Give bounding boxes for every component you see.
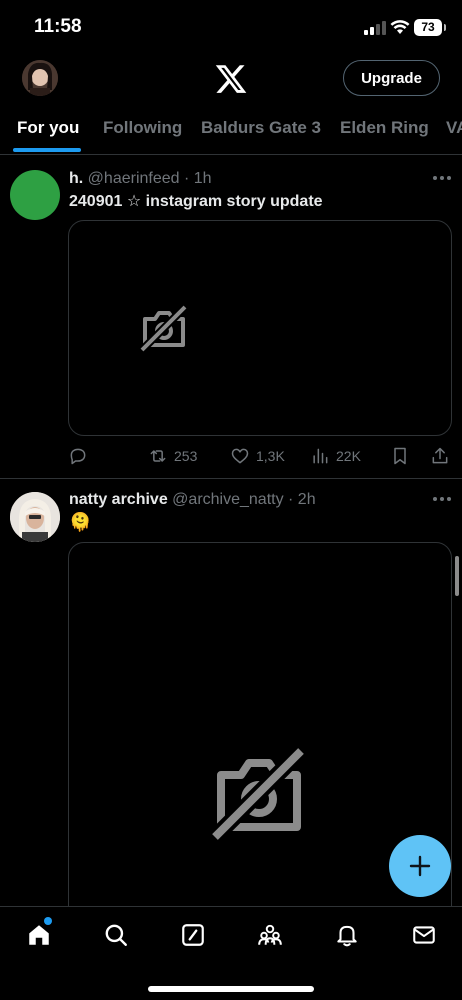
repost-button[interactable]: 253 <box>148 444 197 468</box>
reply-icon <box>70 448 86 465</box>
heart-icon <box>231 448 249 464</box>
post-actions: 253 1,3K 22K <box>68 444 452 468</box>
post-time: · 2h <box>288 491 316 508</box>
scrollbar[interactable] <box>455 556 459 596</box>
home-indicator <box>148 986 314 992</box>
status-bar: 11:58 73 <box>0 0 462 56</box>
share-icon <box>432 447 448 464</box>
avatar[interactable] <box>10 492 60 542</box>
author-handle[interactable]: @haerinfeed <box>88 170 180 187</box>
home-icon <box>29 925 49 945</box>
divider <box>0 154 462 155</box>
top-header: Upgrade <box>0 56 462 102</box>
bookmark-icon <box>394 447 406 465</box>
profile-avatar[interactable] <box>22 60 58 96</box>
compose-button[interactable] <box>389 835 451 897</box>
wifi-icon <box>390 20 410 34</box>
post-header: h. @haerinfeed · 1h <box>69 170 212 188</box>
repost-count: 253 <box>174 448 198 464</box>
tab-for-you[interactable]: For you <box>17 118 79 138</box>
x-logo-icon[interactable] <box>214 62 248 96</box>
image-unavailable-icon <box>209 747 307 845</box>
divider <box>0 478 462 479</box>
post-time: · 1h <box>183 170 212 187</box>
image-unavailable-icon <box>139 305 188 353</box>
tab-elden-ring[interactable]: Elden Ring <box>340 118 429 138</box>
more-options-icon[interactable] <box>432 496 452 502</box>
feed-tabs: For you Following Baldurs Gate 3 Elden R… <box>0 108 462 152</box>
status-time: 11:58 <box>34 16 82 37</box>
views-icon <box>313 448 328 464</box>
post-card[interactable]: h. @haerinfeed · 1h 240901 ☆ instagram s… <box>0 156 462 478</box>
author-name[interactable]: h. <box>69 170 83 187</box>
active-tab-indicator <box>13 148 81 152</box>
post-text: 🫠 <box>69 512 92 532</box>
search-icon <box>105 924 127 946</box>
bottom-nav <box>0 906 462 1000</box>
notifications-icon <box>337 925 357 947</box>
bookmark-button[interactable] <box>390 444 410 468</box>
upgrade-button[interactable]: Upgrade <box>343 60 440 96</box>
post-text: 240901 ☆ instagram story update <box>69 193 323 210</box>
signal-icon <box>364 21 386 35</box>
reply-button[interactable] <box>68 444 88 468</box>
nav-grok[interactable] <box>179 921 207 949</box>
post-header: natty archive @archive_natty · 2h <box>69 491 316 509</box>
nav-messages[interactable] <box>410 921 438 949</box>
repost-icon <box>150 450 166 462</box>
communities-icon <box>258 924 282 945</box>
messages-icon <box>413 926 435 944</box>
author-name[interactable]: natty archive <box>69 491 168 508</box>
tab-va[interactable]: VA <box>446 118 462 138</box>
share-button[interactable] <box>430 444 450 468</box>
views-count: 22K <box>336 448 361 464</box>
plus-icon <box>409 855 431 877</box>
nav-search[interactable] <box>102 921 130 949</box>
grok-icon <box>182 924 204 946</box>
like-count: 1,3K <box>256 448 285 464</box>
tab-following[interactable]: Following <box>103 118 182 138</box>
like-button[interactable]: 1,3K <box>230 444 285 468</box>
post-media[interactable] <box>68 220 452 436</box>
nav-communities[interactable] <box>256 921 284 949</box>
more-options-icon[interactable] <box>432 175 452 181</box>
nav-home[interactable] <box>25 921 53 949</box>
home-notification-dot <box>44 917 52 925</box>
tab-baldurs-gate-3[interactable]: Baldurs Gate 3 <box>201 118 321 138</box>
avatar[interactable] <box>10 170 60 220</box>
author-handle[interactable]: @archive_natty <box>172 491 283 508</box>
nav-notifications[interactable] <box>333 921 361 949</box>
battery-indicator: 73 <box>414 19 446 36</box>
views-button[interactable]: 22K <box>310 444 361 468</box>
